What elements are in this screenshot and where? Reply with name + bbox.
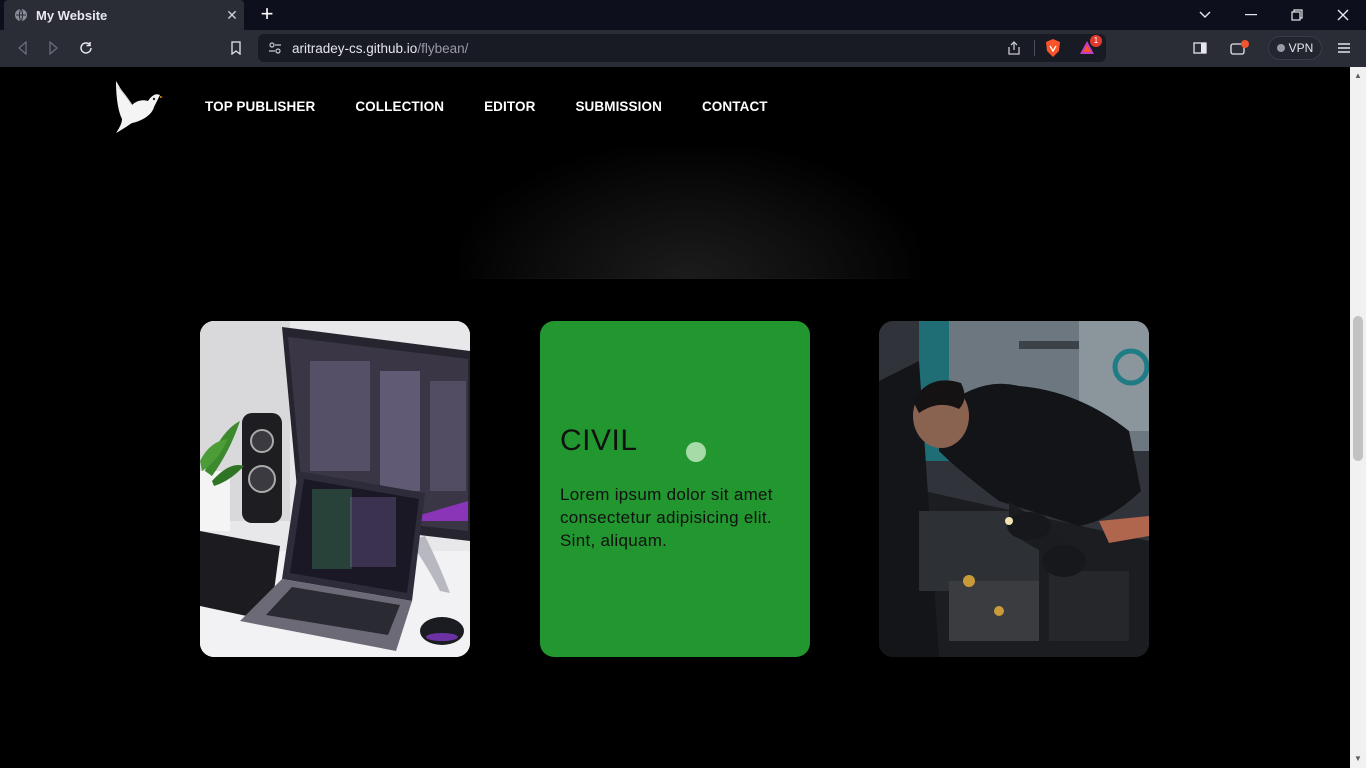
- featured-category-card[interactable]: CIVIL Lorem ipsum dolor sit amet consect…: [540, 321, 810, 657]
- mechanic-engine-image: [879, 321, 1149, 657]
- card-dot: [686, 442, 706, 462]
- tab-title: My Website: [36, 7, 108, 23]
- card-description: Lorem ipsum dolor sit amet consectetur a…: [560, 485, 773, 550]
- scroll-thumb[interactable]: [1353, 316, 1363, 461]
- vpn-label: VPN: [1288, 41, 1314, 55]
- browser-toolbar: aritradey-cs.github.io/flybean/ 1 VPN: [0, 30, 1366, 67]
- nav-top-publisher[interactable]: TOP PUBLISHER: [205, 99, 315, 114]
- forward-button[interactable]: [42, 37, 66, 59]
- url-path: /flybean/: [417, 40, 469, 56]
- sidebar-toggle-icon[interactable]: [1188, 37, 1212, 59]
- alert-count-badge: 1: [1090, 35, 1102, 47]
- close-tab-icon[interactable]: ✕: [220, 7, 244, 24]
- tab-search-icon[interactable]: [1182, 0, 1228, 30]
- tab-strip: My Website ✕ +: [0, 0, 1366, 30]
- page-scrollbar[interactable]: ▲ ▼: [1350, 67, 1366, 768]
- laptop-image-card[interactable]: [200, 321, 470, 657]
- scroll-up-icon[interactable]: ▲: [1353, 71, 1363, 81]
- menu-icon[interactable]: [1332, 37, 1356, 59]
- section-glow: [460, 147, 920, 279]
- globe-icon: [15, 8, 27, 22]
- card-title: CIVIL: [560, 424, 638, 457]
- nav-contact[interactable]: CONTACT: [702, 99, 768, 114]
- mechanic-image-card[interactable]: [879, 321, 1149, 657]
- new-tab-button[interactable]: +: [256, 3, 278, 27]
- dove-logo-icon[interactable]: [112, 79, 164, 135]
- bookmark-icon[interactable]: [224, 37, 248, 59]
- nav-collection[interactable]: COLLECTION: [355, 99, 444, 114]
- url-host: aritradey-cs.github.io: [292, 40, 418, 56]
- section-divider: [460, 278, 920, 279]
- back-button[interactable]: [10, 37, 34, 59]
- page-viewport: TOP PUBLISHER COLLECTION EDITOR SUBMISSI…: [0, 67, 1350, 768]
- minimize-icon[interactable]: [1228, 0, 1274, 30]
- browser-tab[interactable]: My Website ✕: [4, 0, 244, 30]
- nav-submission[interactable]: SUBMISSION: [575, 99, 662, 114]
- vpn-button[interactable]: VPN: [1268, 36, 1322, 60]
- site-settings-icon[interactable]: [268, 41, 282, 55]
- nav-editor[interactable]: EDITOR: [484, 99, 535, 114]
- reload-button[interactable]: [74, 37, 98, 59]
- close-window-icon[interactable]: [1320, 0, 1366, 30]
- brave-shields-icon[interactable]: [1044, 38, 1062, 58]
- main-nav: TOP PUBLISHER COLLECTION EDITOR SUBMISSI…: [205, 99, 808, 114]
- wallet-icon[interactable]: [1228, 37, 1252, 59]
- share-icon[interactable]: [1006, 40, 1022, 56]
- vpn-status-icon: [1276, 44, 1285, 52]
- laptop-workstation-image: [200, 321, 470, 657]
- scroll-down-icon[interactable]: ▼: [1353, 754, 1363, 764]
- restore-icon[interactable]: [1274, 0, 1320, 30]
- address-bar[interactable]: aritradey-cs.github.io/flybean/ 1: [258, 34, 1106, 62]
